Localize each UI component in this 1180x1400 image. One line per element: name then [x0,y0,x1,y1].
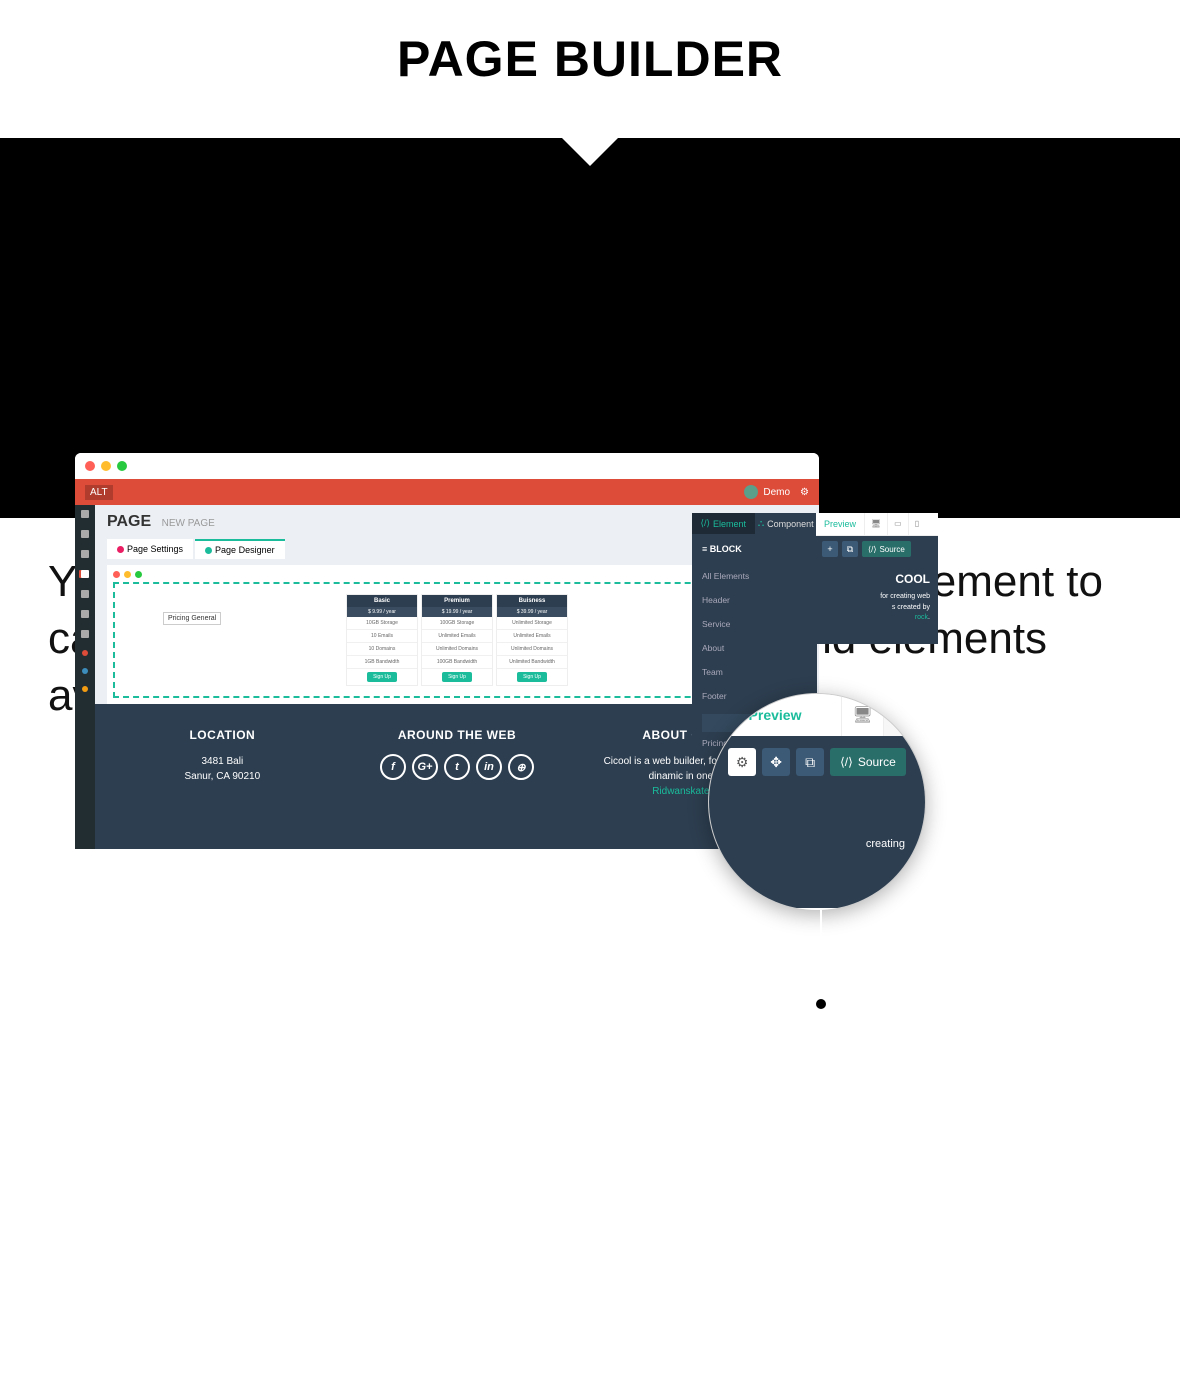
block-item[interactable]: All Elements [692,564,817,588]
footer-social: AROUND THE WEB f G+ t in ⊕ [360,728,555,799]
drag-tooltip: Pricing General [163,612,221,625]
desktop-icon[interactable]: 🖥 [841,694,883,736]
code-icon: ⟨/⟩ [700,518,710,529]
code-icon: ⟨/⟩ [868,545,876,554]
code-icon: ⟨/⟩ [840,755,853,769]
footer-location: LOCATION 3481 Bali Sanur, CA 90210 [125,728,320,799]
close-dot[interactable] [85,461,95,471]
pricing-card[interactable]: Buisness $ 39.99 / year Unlimited Storag… [496,594,568,686]
block-item[interactable]: About [692,636,817,660]
hero-link[interactable]: rock [915,614,928,621]
shield-icon[interactable] [81,630,89,638]
feature-section: ALT Demo ⚙ PAGE NEW PAGE [0,138,1180,518]
tab-element[interactable]: ⟨/⟩Element [692,513,755,534]
move-button[interactable]: ✥ [762,748,790,776]
tab-page-settings[interactable]: Page Settings [107,539,193,559]
window-controls [75,453,819,479]
maximize-dot[interactable] [117,461,127,471]
dribbble-icon[interactable]: ⊕ [508,754,534,780]
block-heading: ≡ BLOCK [692,534,817,564]
block-item[interactable]: Service [692,612,817,636]
grid-icon[interactable] [81,530,89,538]
desktop-icon[interactable]: 🖥 [864,513,887,535]
source-button[interactable]: ⟨/⟩Source [862,541,911,557]
facebook-icon[interactable]: f [380,754,406,780]
twitter-icon[interactable]: t [444,754,470,780]
hero-title-fragment: COOL [824,572,930,586]
signup-button[interactable]: Sign Up [442,672,472,682]
copy-button[interactable]: ⧉ [842,541,858,557]
zoom-body: creating [709,788,925,908]
copy-button[interactable]: ⧉ [796,748,824,776]
tablet-icon[interactable]: ▭ [887,513,908,535]
tagline: Endless Possibilites [0,973,1180,1018]
pointer-triangle [562,138,618,166]
gear-icon [117,546,124,553]
page-title: PAGE [107,513,151,530]
pricing-card[interactable]: Premium $ 19.99 / year 100GB Storage Unl… [421,594,493,686]
puzzle-icon: ⛬ [758,518,764,529]
list-icon[interactable] [81,590,89,598]
close-dot [113,571,120,578]
add-button[interactable]: + [822,541,838,557]
maximize-dot [135,571,142,578]
avatar-icon[interactable] [744,485,758,499]
source-button[interactable]: ⟨/⟩Source [830,748,906,776]
share-icon[interactable]: ⚙ [800,487,809,498]
plan-price: $ 9.99 / year [347,607,417,617]
designer-icon [205,547,212,554]
status-red-icon[interactable] [82,650,88,656]
linkedin-icon[interactable]: in [476,754,502,780]
signup-button[interactable]: Sign Up [367,672,397,682]
menu-icon[interactable] [81,610,89,618]
page-icon[interactable] [81,570,89,578]
plan-name: Basic [347,595,417,607]
dashboard-icon[interactable] [81,510,89,518]
left-sidebar [75,505,95,849]
tab-page-designer[interactable]: Page Designer [195,539,285,559]
block-item[interactable]: Header [692,588,817,612]
preview-window: Preview 🖥 ▭ ▯ + ⧉ ⟨/⟩Source COOL for cre… [816,513,938,644]
signup-button[interactable]: Sign Up [517,672,547,682]
user-name[interactable]: Demo [763,487,790,498]
minimize-dot[interactable] [101,461,111,471]
zoom-callout: Preview 🖥 ▭ ⚙ ✥ ⧉ ⟨/⟩Source creating [708,693,926,911]
mobile-icon[interactable]: ▯ [908,513,925,535]
page-subtitle: NEW PAGE [162,518,215,529]
app-topbar: ALT Demo ⚙ [75,479,819,505]
hero-title: PAGE BUILDER [0,0,1180,138]
status-orange-icon[interactable] [82,686,88,692]
preview-tab[interactable]: Preview [816,513,864,535]
pricing-card[interactable]: Basic $ 9.99 / year 10GB Storage 10 Emai… [346,594,418,686]
settings-button[interactable]: ⚙ [728,748,756,776]
minimize-dot [124,571,131,578]
brand-badge: ALT [85,485,113,500]
googleplus-icon[interactable]: G+ [412,754,438,780]
code-icon[interactable] [81,550,89,558]
status-blue-icon[interactable] [82,668,88,674]
preview-tab[interactable]: Preview [709,694,841,736]
block-item[interactable]: Team [692,660,817,684]
tablet-icon[interactable]: ▭ [883,694,925,736]
tab-component[interactable]: ⛬Component [755,513,818,534]
